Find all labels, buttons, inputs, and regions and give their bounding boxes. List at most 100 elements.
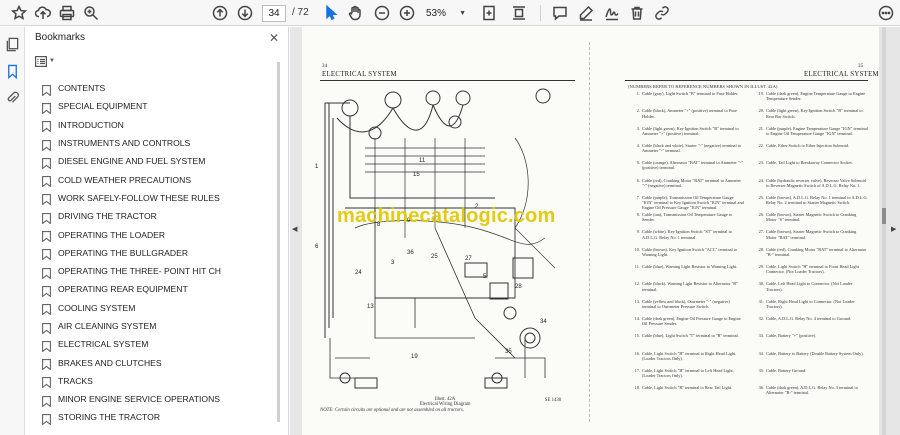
bookmark-item[interactable]: INSTRUMENTS AND CONTROLS	[42, 134, 282, 152]
bookmark-item[interactable]: OPERATING THE THREE- POINT HIT CH	[42, 262, 282, 280]
bookmark-item[interactable]: CONTENTS	[42, 79, 282, 97]
bookmark-item[interactable]: MINOR ENGINE SERVICE OPERATIONS	[42, 390, 282, 408]
legend-number: 28.	[758, 246, 764, 252]
page-thumbnails-icon[interactable]	[5, 37, 20, 52]
legend-number: 9.	[636, 229, 640, 235]
bookmark-item[interactable]: SPECIAL EQUIPMENT	[42, 97, 282, 115]
bookmark-label: OPERATING THE THREE- POINT HIT CH	[58, 266, 221, 277]
list-icon	[35, 55, 47, 67]
sidebar-rail	[0, 27, 25, 435]
legend-number: 3.	[636, 125, 640, 131]
legend-text: Cable (hydraulic reverser valve), Revers…	[766, 177, 867, 188]
upload-icon[interactable]	[34, 4, 52, 22]
bookmark-icon	[42, 83, 51, 97]
document-scroll-thumb[interactable]	[882, 208, 886, 224]
more-icon[interactable]	[877, 4, 895, 22]
hand-icon[interactable]	[346, 4, 364, 22]
cursor-icon[interactable]	[322, 4, 340, 22]
bookmark-scrollbar[interactable]	[277, 62, 280, 422]
bookmark-item[interactable]: OPERATING THE LOADER	[42, 225, 282, 243]
arrow-down-circle-icon[interactable]	[236, 4, 254, 22]
bookmark-item[interactable]: OPERATING REAR EQUIPMENT	[42, 280, 282, 298]
legend-text: Cable, Battery to Battery (Double Batter…	[766, 350, 864, 356]
legend-number: 7.	[636, 194, 640, 200]
legend-number: 14.	[634, 315, 640, 321]
right-page-number: 35	[858, 64, 864, 69]
zoom-select[interactable]: 53% ▼	[426, 5, 468, 22]
attachment-icon[interactable]	[5, 90, 20, 105]
bookmark-icon	[42, 302, 51, 316]
scroll-mode-icon[interactable]	[510, 4, 528, 22]
bookmark-item[interactable]: STORING THE TRACTOR	[42, 408, 282, 426]
collapse-left-arrow-icon[interactable]: ◀	[292, 225, 297, 233]
star-icon[interactable]	[10, 4, 28, 22]
bookmark-panel-icon[interactable]	[5, 64, 20, 80]
bookmark-item[interactable]: AIR CLEANING SYSTEM	[42, 317, 282, 335]
bookmark-label: SPECIAL EQUIPMENT	[58, 101, 148, 112]
toolbar-separator	[540, 5, 541, 21]
bookmark-icon	[42, 229, 51, 243]
bookmark-label: COOLING SYSTEM	[58, 302, 136, 313]
bookmark-item[interactable]: INTRODUCTION	[42, 116, 282, 134]
collapse-right-arrow-icon[interactable]: ▶	[891, 225, 896, 233]
left-page-number: 34	[322, 64, 328, 69]
bookmark-label: BRAKES AND CLUTCHES	[58, 357, 162, 368]
signature-icon[interactable]	[603, 4, 621, 22]
arrow-up-circle-icon[interactable]	[211, 4, 229, 22]
legend-number: 17.	[634, 367, 640, 373]
bookmark-options-button[interactable]: ▼	[35, 54, 61, 68]
legend-number: 8.	[636, 212, 640, 218]
close-icon[interactable]: ✕	[269, 31, 279, 45]
document-scrollbar[interactable]	[882, 27, 886, 435]
svg-text:36: 36	[407, 250, 414, 256]
wiring-diagram: 11115 6924 36325 27528 343519 1382	[315, 88, 556, 389]
bookmark-icon	[42, 321, 51, 335]
bookmark-item[interactable]: BRAKES AND CLUTCHES	[42, 353, 282, 371]
link-icon[interactable]	[653, 4, 671, 22]
comment-icon[interactable]	[551, 4, 569, 22]
bookmark-item[interactable]: ELECTRICAL SYSTEM	[42, 335, 282, 353]
search-zoom-icon[interactable]	[82, 4, 100, 22]
legend-text: Cable (brown), Key Ignition Switch "ACC"…	[642, 246, 738, 257]
legend-text: Cable (blue), Light Switch "T" terminal …	[642, 333, 739, 339]
legend-text: Cable (light green), Key Ignition Switch…	[766, 108, 863, 119]
legend-number: 5.	[636, 160, 640, 166]
legend-text: Cable (red), Cranking Motor "BAT" termin…	[642, 177, 741, 188]
bookmarks-title: Bookmarks	[35, 32, 86, 43]
page-fit-icon[interactable]	[480, 4, 498, 22]
legend-number: 12.	[634, 281, 640, 287]
pen-icon[interactable]	[577, 4, 595, 22]
legend-number: 34.	[758, 350, 764, 356]
bookmark-item[interactable]: COOLING SYSTEM	[42, 299, 282, 317]
page-number-input[interactable]: 34	[262, 5, 286, 22]
legend-text: Cable (white), Key Ignition Switch "ST" …	[642, 229, 732, 240]
bookmark-item[interactable]: TRACKS	[42, 372, 282, 390]
plus-circle-icon[interactable]	[398, 4, 416, 22]
bookmark-item[interactable]: WORK SAFELY-FOLLOW THESE RULES	[42, 189, 282, 207]
bookmark-item[interactable]: COLD WEATHER PRECAUTIONS	[42, 170, 282, 188]
bookmark-item[interactable]: OPERATING THE BULLGRADER	[42, 244, 282, 262]
trash-icon[interactable]	[628, 4, 646, 22]
bookmarks-panel: Bookmarks ✕ ▼ CONTENTS SPECIAL EQUIPMENT I…	[26, 27, 289, 435]
bookmark-item[interactable]: DIESEL ENGINE AND FUEL SYSTEM	[42, 152, 282, 170]
svg-text:3: 3	[391, 260, 395, 266]
legend-subtitle: (NUMBERS REFER TO REFERENCE NUMBERS SHOW…	[628, 84, 778, 89]
bookmark-label: DRIVING THE TRACTOR	[58, 211, 157, 222]
right-header-rule	[625, 80, 868, 81]
legend-number: 26.	[758, 212, 764, 218]
legend-text: Cable, Light Switch "H" terminal to Fron…	[766, 264, 859, 275]
legend-number: 20.	[758, 108, 764, 114]
bookmark-label: AIR CLEANING SYSTEM	[58, 321, 157, 331]
svg-text:1: 1	[315, 164, 319, 170]
bookmark-item[interactable]: DRIVING THE TRACTOR	[42, 207, 282, 225]
legend-number: 10.	[634, 246, 640, 252]
legend-number: 32.	[758, 315, 764, 321]
legend-number: 23.	[758, 160, 764, 166]
minus-circle-icon[interactable]	[373, 4, 391, 22]
legend-text: Cable (yellow and black), Ourrmeter "-" …	[642, 298, 730, 309]
print-icon[interactable]	[58, 4, 76, 22]
bookmark-label: OPERATING REAR EQUIPMENT	[58, 284, 188, 295]
legend-text: Cable (black), Ammeter "+" (positive) te…	[642, 108, 737, 119]
legend-number: 18.	[634, 385, 640, 391]
bookmark-label: COLD WEATHER PRECAUTIONS	[58, 174, 192, 185]
